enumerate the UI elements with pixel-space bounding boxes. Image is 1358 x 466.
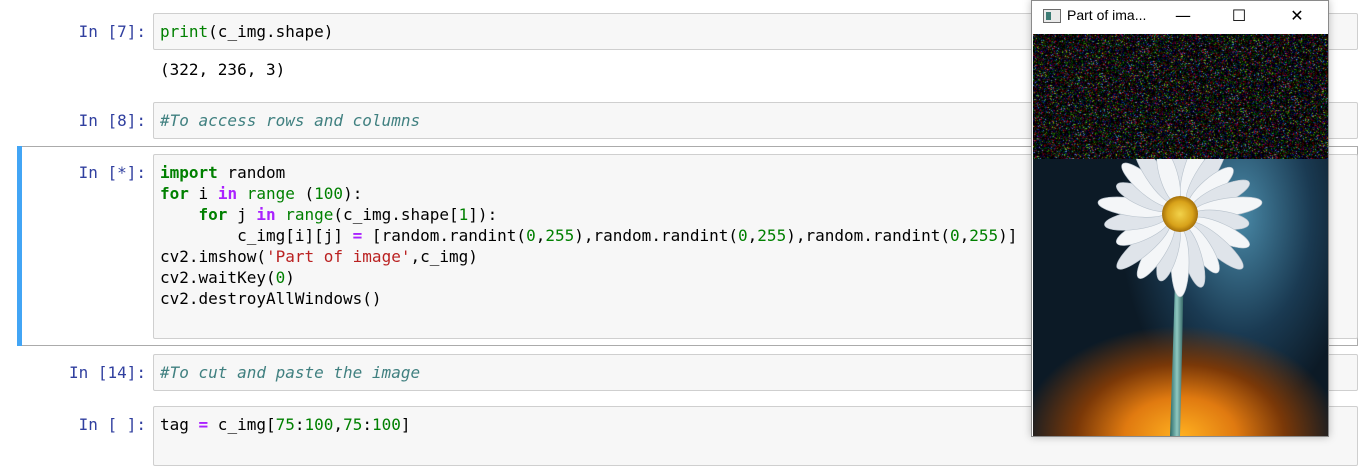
daisy-photo [1033, 140, 1328, 436]
app-icon [1043, 9, 1061, 23]
cell-8-comment[interactable]: #To access rows and columns [160, 110, 420, 131]
image-window[interactable]: Part of ima... — ☐ ✕ [1031, 0, 1329, 437]
image-canvas [1033, 34, 1328, 436]
cell-prompt-empty: In [ ]: [78, 415, 146, 434]
maximize-button[interactable]: ☐ [1216, 1, 1262, 32]
window-title: Part of ima... [1067, 7, 1147, 23]
cell-7-output: (322, 236, 3) [160, 60, 286, 79]
cell-prompt-14: In [14]: [68, 363, 146, 382]
close-button[interactable]: ✕ [1274, 1, 1320, 32]
cell-7-code[interactable]: print(c_img.shape) [160, 21, 333, 42]
cell-14-comment[interactable]: #To cut and paste the image [160, 362, 420, 383]
minimize-button[interactable]: — [1160, 1, 1206, 32]
window-titlebar[interactable]: Part of ima... — ☐ ✕ [1032, 1, 1328, 32]
cell-prompt-7: In [7]: [78, 22, 146, 41]
random-noise-region [1033, 34, 1328, 159]
cell-running-code[interactable]: import random for i in range (100): for … [160, 162, 1017, 309]
cell-empty-code[interactable]: tag = c_img[75:100,75:100] [160, 414, 411, 435]
daisy-image [1097, 140, 1263, 436]
cell-prompt-running: In [*]: [78, 163, 146, 182]
cell-prompt-8: In [8]: [78, 111, 146, 130]
